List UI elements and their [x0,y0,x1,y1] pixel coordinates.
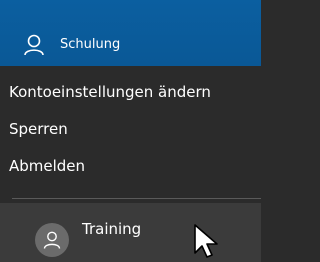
arrow-cursor-icon [193,223,221,261]
menu-item-change-account-settings[interactable]: Kontoeinstellungen ändern [0,74,261,110]
account-menu: Schulung Kontoeinstellungen ändern Sperr… [0,0,261,262]
menu-item-lock[interactable]: Sperren [0,111,261,147]
other-account-name: Training [82,220,142,238]
person-outline-icon [23,34,45,56]
other-account-item[interactable]: Training [0,203,261,262]
current-account-header[interactable]: Schulung [0,0,261,66]
avatar [35,223,69,257]
current-account-name: Schulung [60,37,121,52]
menu-item-sign-out[interactable]: Abmelden [0,148,261,184]
person-outline-icon [43,231,61,249]
menu-divider [12,198,261,199]
account-options-menu: Kontoeinstellungen ändern Sperren Abmeld… [0,66,261,190]
